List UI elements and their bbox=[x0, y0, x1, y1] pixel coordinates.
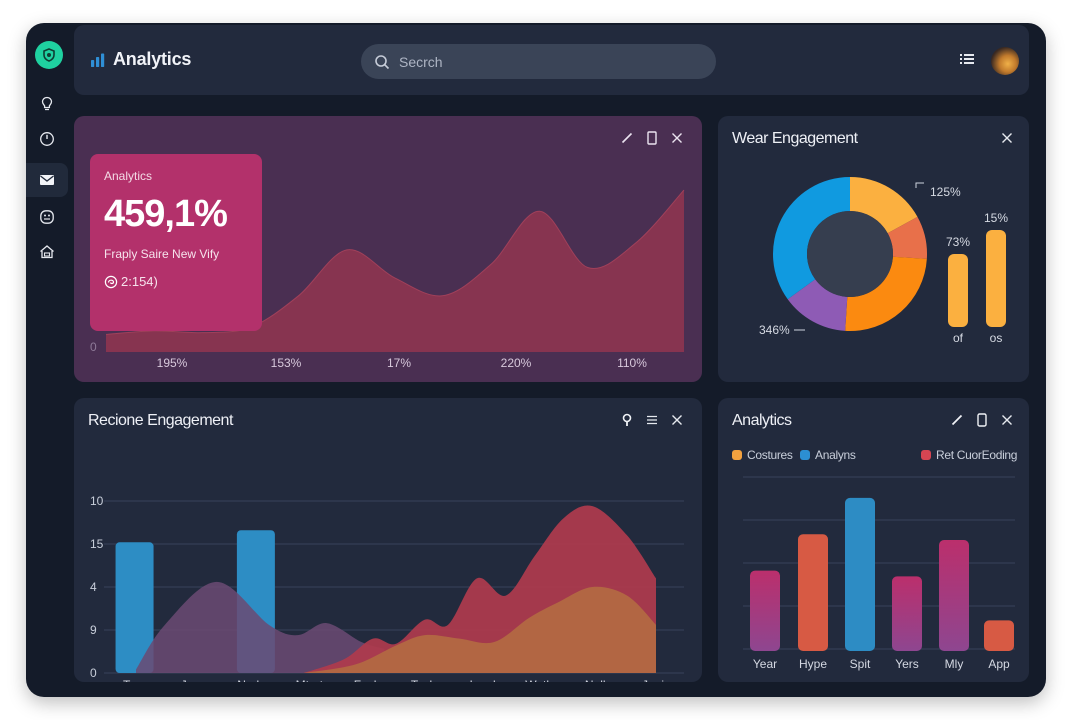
mini-bar-category: os bbox=[990, 331, 1003, 345]
clock-icon bbox=[40, 132, 54, 146]
bar-year bbox=[750, 570, 780, 651]
hero-x-tick: 220% bbox=[500, 356, 532, 370]
bar-yers bbox=[892, 576, 922, 651]
x-tick: App bbox=[988, 657, 1010, 671]
x-tick: Year bbox=[753, 657, 777, 671]
x-tick: Wotle bbox=[525, 678, 556, 682]
x-tick: Yers bbox=[895, 657, 919, 671]
window-icon bbox=[647, 131, 657, 145]
mini-bar bbox=[948, 254, 968, 327]
close-button[interactable] bbox=[670, 130, 684, 146]
app-title: Analytics bbox=[113, 49, 192, 69]
close-icon bbox=[672, 133, 682, 143]
hero-x-tick: 195% bbox=[156, 356, 188, 370]
lightbulb-icon bbox=[41, 96, 53, 111]
sidebar-item-ideas[interactable] bbox=[26, 87, 68, 121]
stat-description: Fraply Saire New Vify bbox=[104, 247, 220, 261]
donut-hole bbox=[807, 211, 893, 297]
sidebar-item-history[interactable] bbox=[26, 122, 68, 156]
bar-app bbox=[984, 620, 1014, 651]
edit-button[interactable] bbox=[620, 130, 634, 146]
pencil-icon bbox=[621, 132, 633, 144]
x-tick: Nolly bbox=[585, 678, 612, 682]
app-window: Analytics Secrch Analytics 459,1% Fraply… bbox=[26, 23, 1046, 697]
donut-label-bottom: 346% bbox=[759, 323, 790, 337]
stat-footer: 2:154) bbox=[104, 274, 248, 289]
badge-icon bbox=[40, 210, 54, 224]
y-tick: 4 bbox=[90, 580, 97, 594]
stat-value: 459,1% bbox=[104, 193, 228, 235]
mini-bar-category: of bbox=[953, 331, 964, 345]
stat-label: Analytics bbox=[104, 169, 153, 183]
y-tick: 10 bbox=[90, 494, 104, 508]
bar-spit bbox=[845, 497, 875, 651]
donut-label-top: 125% bbox=[930, 185, 961, 199]
x-tick: Lacd bbox=[470, 678, 496, 682]
list-menu-button[interactable] bbox=[959, 52, 975, 71]
hero-x-tick: 153% bbox=[270, 356, 302, 370]
top-bar: Analytics bbox=[74, 25, 1029, 95]
mail-icon bbox=[40, 175, 54, 185]
x-tick: Foch bbox=[354, 678, 381, 682]
analytics-bar-chart: Year Hype Spit Yers Mly App bbox=[743, 476, 1015, 671]
search-bar[interactable] bbox=[361, 44, 716, 79]
hero-x-tick: 17% bbox=[386, 356, 412, 370]
sidebar-item-badges[interactable] bbox=[26, 200, 68, 234]
app-logo[interactable] bbox=[35, 41, 63, 69]
y-tick: 9 bbox=[90, 623, 97, 637]
annotation-leader bbox=[915, 182, 924, 188]
maximize-button[interactable] bbox=[645, 130, 659, 146]
home-icon bbox=[40, 245, 54, 259]
x-tick: Spit bbox=[850, 657, 871, 671]
analytics-bars-card: Analytics Costures Analyns Ret CuorEodin… bbox=[718, 398, 1029, 682]
sidebar-item-mail[interactable] bbox=[26, 163, 68, 197]
recione-engagement-card: Recione Engagement 1015490TaneJuneNedaMt… bbox=[74, 398, 702, 682]
donut-chart: 125% 346% 73% of 15% os bbox=[759, 177, 1008, 345]
x-tick: Jepis bbox=[642, 678, 670, 682]
mini-bar bbox=[986, 230, 1006, 327]
x-tick: Mtprt bbox=[296, 678, 324, 682]
search-icon bbox=[375, 54, 390, 69]
x-tick: Neda bbox=[237, 678, 266, 682]
user-avatar[interactable] bbox=[991, 47, 1019, 75]
bar-chart-icon bbox=[91, 53, 105, 67]
list-icon bbox=[960, 54, 974, 64]
y-tick: 0 bbox=[90, 666, 97, 680]
y-tick: 15 bbox=[90, 537, 104, 551]
wear-engagement-card: Wear Engagement 125% 346% 73% of 15% os bbox=[718, 116, 1029, 382]
logo-icon bbox=[43, 48, 55, 62]
swirl-icon bbox=[104, 275, 118, 288]
hero-card-actions bbox=[620, 130, 684, 146]
hero-x-tick: 110% bbox=[617, 356, 647, 370]
brand: Analytics bbox=[90, 49, 191, 70]
bar-mly bbox=[939, 539, 969, 651]
mini-bar-value: 73% bbox=[946, 235, 970, 249]
x-tick: Hype bbox=[799, 657, 827, 671]
stat-highlight-box: Analytics 459,1% Fraply Saire New Vify 2… bbox=[90, 154, 262, 331]
stat-footer-text: 2:154) bbox=[121, 274, 158, 289]
sidebar bbox=[26, 23, 72, 697]
x-tick: Tane bbox=[123, 678, 149, 682]
x-tick: June bbox=[181, 678, 207, 682]
mini-bar-value: 15% bbox=[984, 211, 1008, 225]
engagement-area-chart: 10 15 4 9 0 Tane June Neda Mtprt Foch Tasle Lacd Wot… bbox=[90, 494, 684, 682]
hero-analytics-card: Analytics 459,1% Fraply Saire New Vify 2… bbox=[74, 116, 702, 382]
hero-y-tick: 0 bbox=[90, 340, 97, 354]
bar-hype bbox=[798, 534, 828, 651]
search-input[interactable] bbox=[399, 53, 679, 70]
x-tick: Mly bbox=[945, 657, 964, 671]
sidebar-item-home[interactable] bbox=[26, 235, 68, 269]
x-tick: Tasle bbox=[411, 678, 439, 682]
